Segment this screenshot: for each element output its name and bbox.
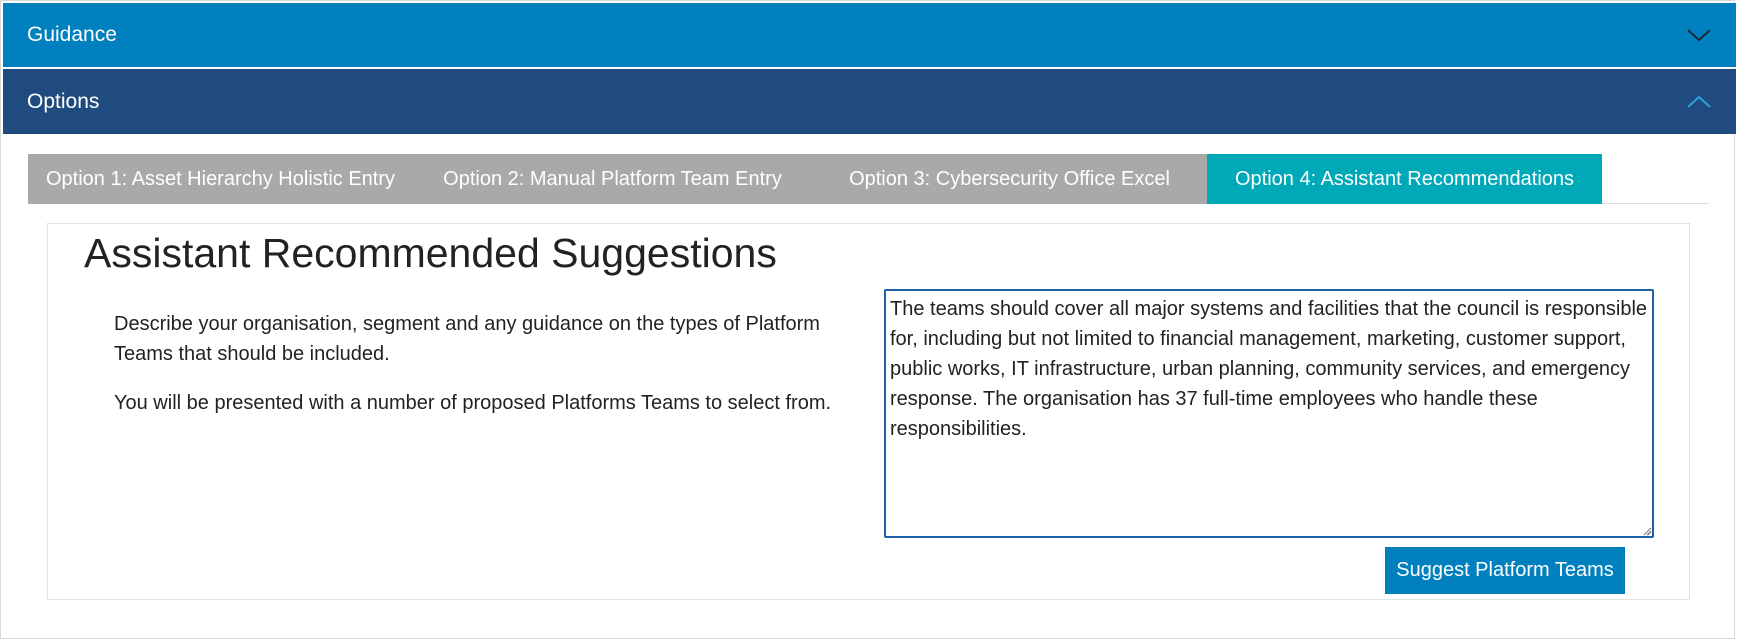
- chevron-up-icon[interactable]: [1686, 94, 1712, 110]
- tab-option-2[interactable]: Option 2: Manual Platform Team Entry: [413, 154, 812, 204]
- tab-option-1[interactable]: Option 1: Asset Hierarchy Holistic Entry: [28, 154, 413, 204]
- chevron-down-icon[interactable]: [1686, 27, 1712, 43]
- options-accordion-header[interactable]: Options: [3, 69, 1736, 134]
- panel-instructions: You will be presented with a number of p…: [114, 392, 832, 414]
- guidance-accordion-header[interactable]: Guidance: [3, 3, 1736, 67]
- organisation-description-textarea[interactable]: The teams should cover all major systems…: [884, 289, 1654, 538]
- panel-description: Describe your organisation, segment and …: [114, 313, 820, 365]
- assistant-suggestions-panel: Assistant Recommended Suggestions Descri…: [47, 223, 1690, 600]
- panel-title: Assistant Recommended Suggestions: [84, 230, 777, 276]
- options-accordion-title: Options: [27, 89, 100, 113]
- guidance-accordion-title: Guidance: [27, 23, 117, 46]
- tab-option-4[interactable]: Option 4: Assistant Recommendations: [1207, 154, 1602, 204]
- tab-option-3[interactable]: Option 3: Cybersecurity Office Excel: [812, 154, 1207, 204]
- options-page: Guidance Options Option 1: Asset Hierarc…: [0, 0, 1736, 639]
- options-tab-bar: Option 1: Asset Hierarchy Holistic Entry…: [28, 154, 1709, 204]
- suggest-platform-teams-button[interactable]: Suggest Platform Teams: [1385, 547, 1625, 594]
